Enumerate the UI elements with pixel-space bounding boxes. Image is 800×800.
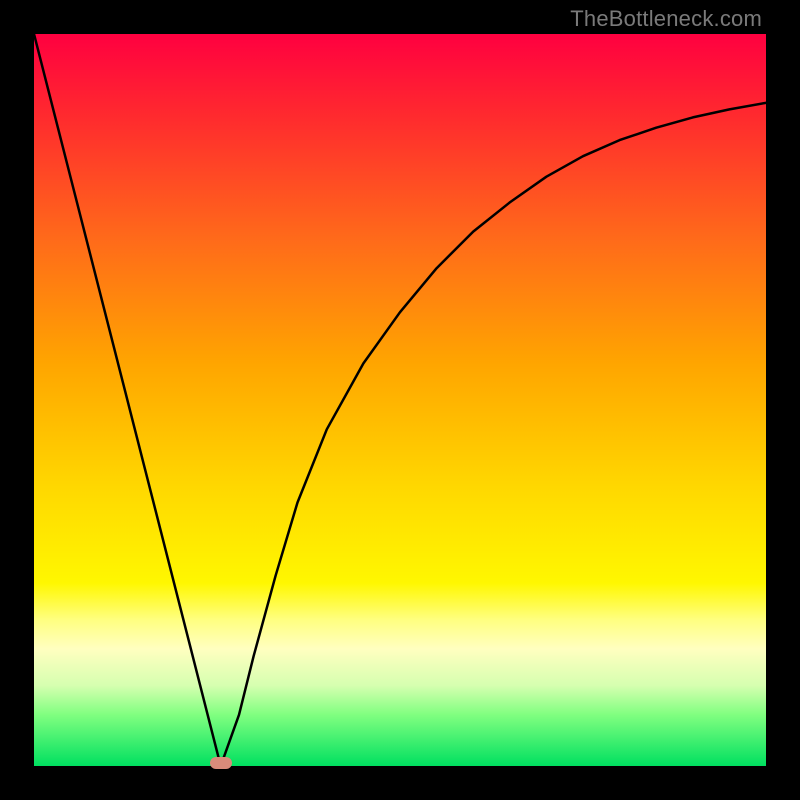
min-marker <box>210 757 232 769</box>
frame-bottom <box>0 766 800 800</box>
bottleneck-curve <box>34 34 766 766</box>
chart-container: TheBottleneck.com <box>0 0 800 800</box>
frame-right <box>766 0 800 800</box>
curve-polyline <box>34 34 766 766</box>
frame-left <box>0 0 34 800</box>
watermark-text: TheBottleneck.com <box>570 6 762 32</box>
